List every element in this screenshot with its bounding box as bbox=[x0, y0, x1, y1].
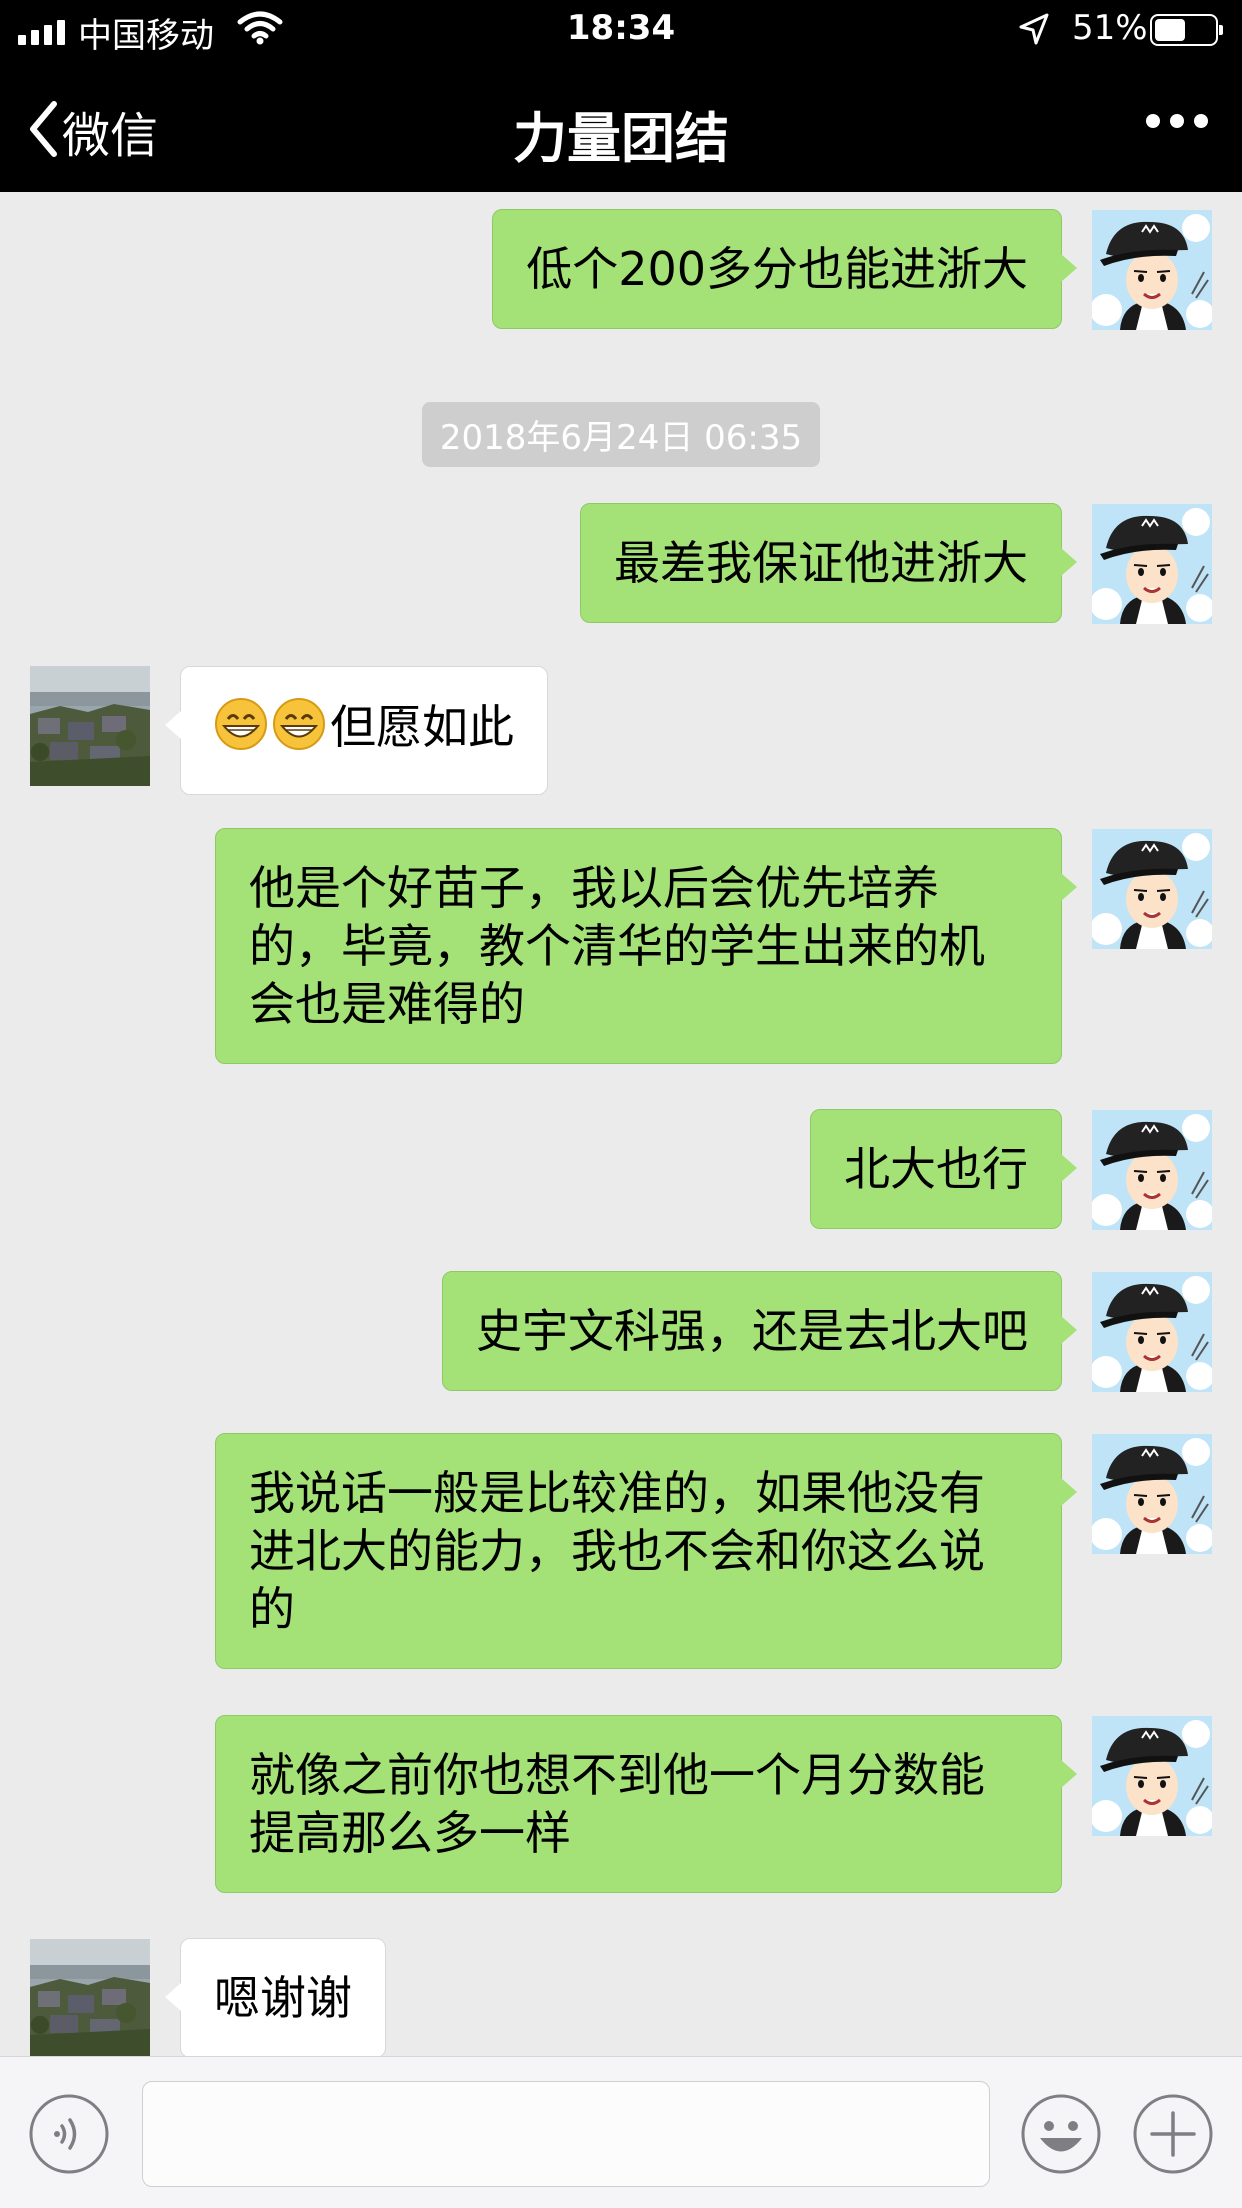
status-bar: 中国移动 18:34 51% bbox=[0, 0, 1242, 62]
my-avatar[interactable] bbox=[1092, 1716, 1212, 1836]
message-bubble-outgoing[interactable]: 北大也行 bbox=[810, 1109, 1077, 1229]
battery-icon bbox=[1150, 14, 1223, 46]
ellipsis-icon[interactable] bbox=[1146, 114, 1208, 128]
message-bubble-outgoing[interactable]: 低个200多分也能进浙大 bbox=[492, 209, 1077, 329]
my-avatar[interactable] bbox=[1092, 1110, 1212, 1230]
message-bubble-outgoing[interactable]: 最差我保证他进浙大 bbox=[580, 503, 1077, 623]
chat-area[interactable]: 低个200多分也能进浙大 2018年6月24日 06:35 最差我保证他进浙大 … bbox=[0, 192, 1242, 2056]
battery-percent: 51% bbox=[1072, 8, 1148, 48]
emoji-face-icon[interactable] bbox=[1020, 2093, 1102, 2175]
contact-avatar[interactable] bbox=[30, 666, 150, 786]
my-avatar[interactable] bbox=[1092, 210, 1212, 330]
my-avatar[interactable] bbox=[1092, 829, 1212, 949]
message-bubble-incoming[interactable]: 嗯谢谢 bbox=[165, 1938, 386, 2056]
message-bubble-outgoing[interactable]: 史宇文科强，还是去北大吧 bbox=[442, 1271, 1077, 1391]
message-bubble-incoming[interactable]: 但愿如此 bbox=[165, 666, 548, 795]
contact-avatar[interactable] bbox=[30, 1939, 150, 2056]
my-avatar[interactable] bbox=[1092, 1272, 1212, 1392]
clock: 18:34 bbox=[566, 8, 676, 48]
message-bubble-outgoing[interactable]: 他是个好苗子，我以后会优先培养的，毕竟，教个清华的学生出来的机会也是难得的 bbox=[215, 828, 1077, 1064]
grinning-face-emoji bbox=[214, 697, 268, 764]
location-arrow-icon bbox=[1018, 12, 1050, 50]
my-avatar[interactable] bbox=[1092, 1434, 1212, 1554]
timestamp-label: 2018年6月24日 06:35 bbox=[421, 402, 821, 467]
timestamp: 2018年6月24日 06:35 bbox=[0, 402, 1242, 467]
voice-icon[interactable] bbox=[28, 2093, 110, 2175]
plus-icon[interactable] bbox=[1132, 2093, 1214, 2175]
message-input[interactable] bbox=[142, 2081, 990, 2187]
message-bubble-outgoing[interactable]: 我说话一般是比较准的，如果他没有进北大的能力，我也不会和你这么说的 bbox=[215, 1433, 1077, 1669]
grinning-face-emoji bbox=[272, 697, 326, 764]
chat-title: 力量团结 bbox=[513, 107, 729, 170]
my-avatar[interactable] bbox=[1092, 504, 1212, 624]
message-text: 但愿如此 bbox=[330, 700, 514, 754]
message-bubble-outgoing[interactable]: 就像之前你也想不到他一个月分数能提高那么多一样 bbox=[215, 1715, 1077, 1893]
nav-bar: 微信 力量团结 bbox=[0, 62, 1242, 192]
input-bar bbox=[0, 2056, 1242, 2208]
